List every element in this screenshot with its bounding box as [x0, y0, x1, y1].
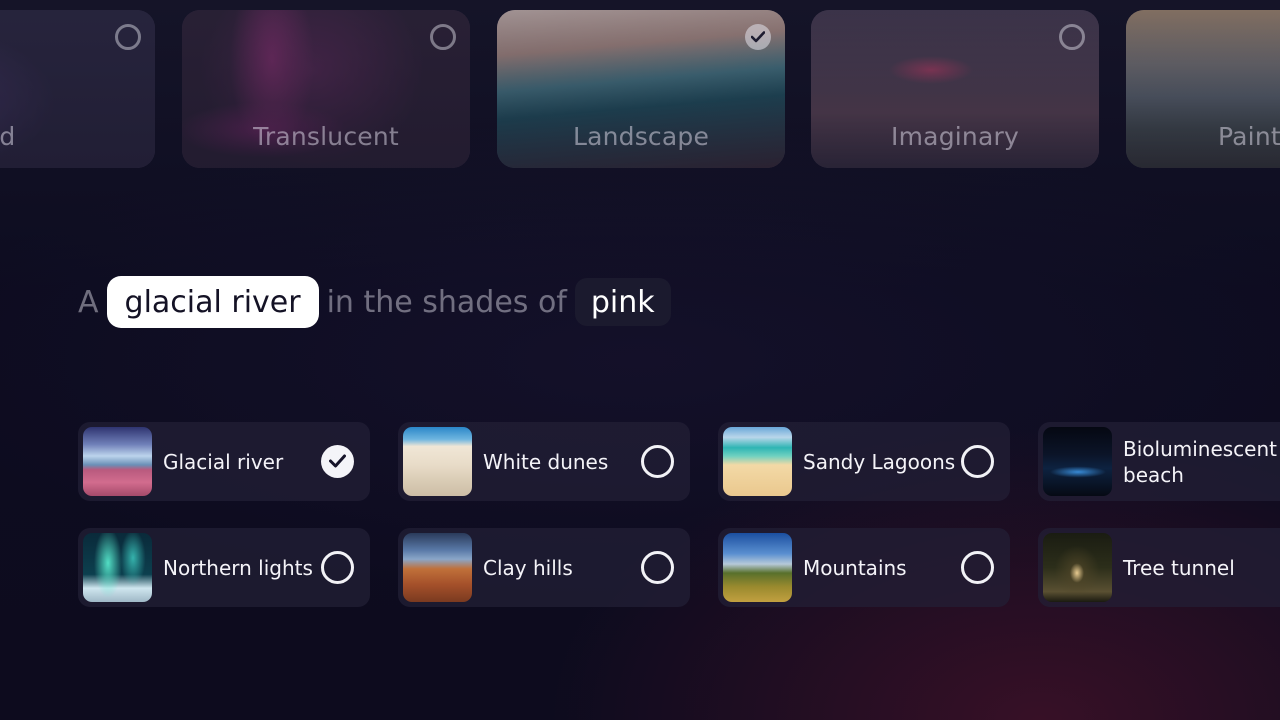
- option-thumbnail: [1043, 533, 1112, 602]
- option-thumbnail: [723, 533, 792, 602]
- option-label: Clay hills: [483, 555, 573, 580]
- option-bioluminescent-beach[interactable]: Bioluminescent beach: [1038, 422, 1280, 501]
- option-thumbnail: [403, 533, 472, 602]
- color-chip[interactable]: pink: [574, 278, 671, 326]
- option-label: Glacial river: [163, 449, 284, 474]
- option-sandy-lagoons[interactable]: Sandy Lagoons: [718, 422, 1010, 501]
- prompt-middle-text: in the shades of: [326, 284, 567, 320]
- option-thumbnail: [1043, 427, 1112, 496]
- style-card-label: Landscape: [572, 122, 710, 151]
- style-card-landscape[interactable]: Landscape: [497, 10, 785, 168]
- option-tree-tunnel[interactable]: Tree tunnel: [1038, 528, 1280, 607]
- radio-unchecked-icon[interactable]: [1059, 24, 1085, 50]
- radio-unchecked-icon[interactable]: [961, 551, 994, 584]
- style-card-paint[interactable]: Paint: [1126, 10, 1280, 168]
- option-label: White dunes: [483, 449, 609, 474]
- option-white-dunes[interactable]: White dunes: [398, 422, 690, 501]
- style-card-label: Imaginary: [891, 122, 1019, 151]
- screen: rushed Translucent Landscape Imaginary: [0, 0, 1280, 720]
- style-card-label: rushed: [0, 122, 16, 151]
- option-thumbnail: [83, 427, 152, 496]
- radio-unchecked-icon[interactable]: [641, 551, 674, 584]
- style-card-label: Paint: [1218, 122, 1280, 151]
- style-card-imaginary[interactable]: Imaginary: [811, 10, 1099, 168]
- option-thumbnail: [403, 427, 472, 496]
- checkmark-icon: [329, 454, 346, 468]
- option-northern-lights[interactable]: Northern lights: [78, 528, 370, 607]
- radio-unchecked-icon[interactable]: [961, 445, 994, 478]
- subject-chip[interactable]: glacial river: [106, 276, 319, 328]
- option-mountains[interactable]: Mountains: [718, 528, 1010, 607]
- option-label: Tree tunnel: [1123, 555, 1235, 580]
- prompt-sentence: A glacial river in the shades of pink: [78, 276, 671, 328]
- radio-unchecked-icon[interactable]: [115, 24, 141, 50]
- option-label: Bioluminescent beach: [1123, 436, 1278, 487]
- option-label: Mountains: [803, 555, 907, 580]
- radio-unchecked-icon[interactable]: [321, 551, 354, 584]
- style-card-label: Translucent: [253, 122, 399, 151]
- radio-checked-icon[interactable]: [321, 445, 354, 478]
- option-thumbnail: [723, 427, 792, 496]
- option-glacial-river[interactable]: Glacial river: [78, 422, 370, 501]
- style-card-translucent[interactable]: Translucent: [182, 10, 470, 168]
- option-label: Northern lights: [163, 555, 313, 580]
- option-thumbnail: [83, 533, 152, 602]
- style-carousel: rushed Translucent Landscape Imaginary: [0, 10, 1280, 170]
- option-label: Sandy Lagoons: [803, 449, 956, 474]
- radio-checked-icon[interactable]: [745, 24, 771, 50]
- option-clay-hills[interactable]: Clay hills: [398, 528, 690, 607]
- style-card-crushed[interactable]: rushed: [0, 10, 155, 168]
- radio-unchecked-icon[interactable]: [430, 24, 456, 50]
- checkmark-icon: [751, 31, 765, 43]
- radio-unchecked-icon[interactable]: [641, 445, 674, 478]
- prompt-prefix: A: [78, 284, 99, 320]
